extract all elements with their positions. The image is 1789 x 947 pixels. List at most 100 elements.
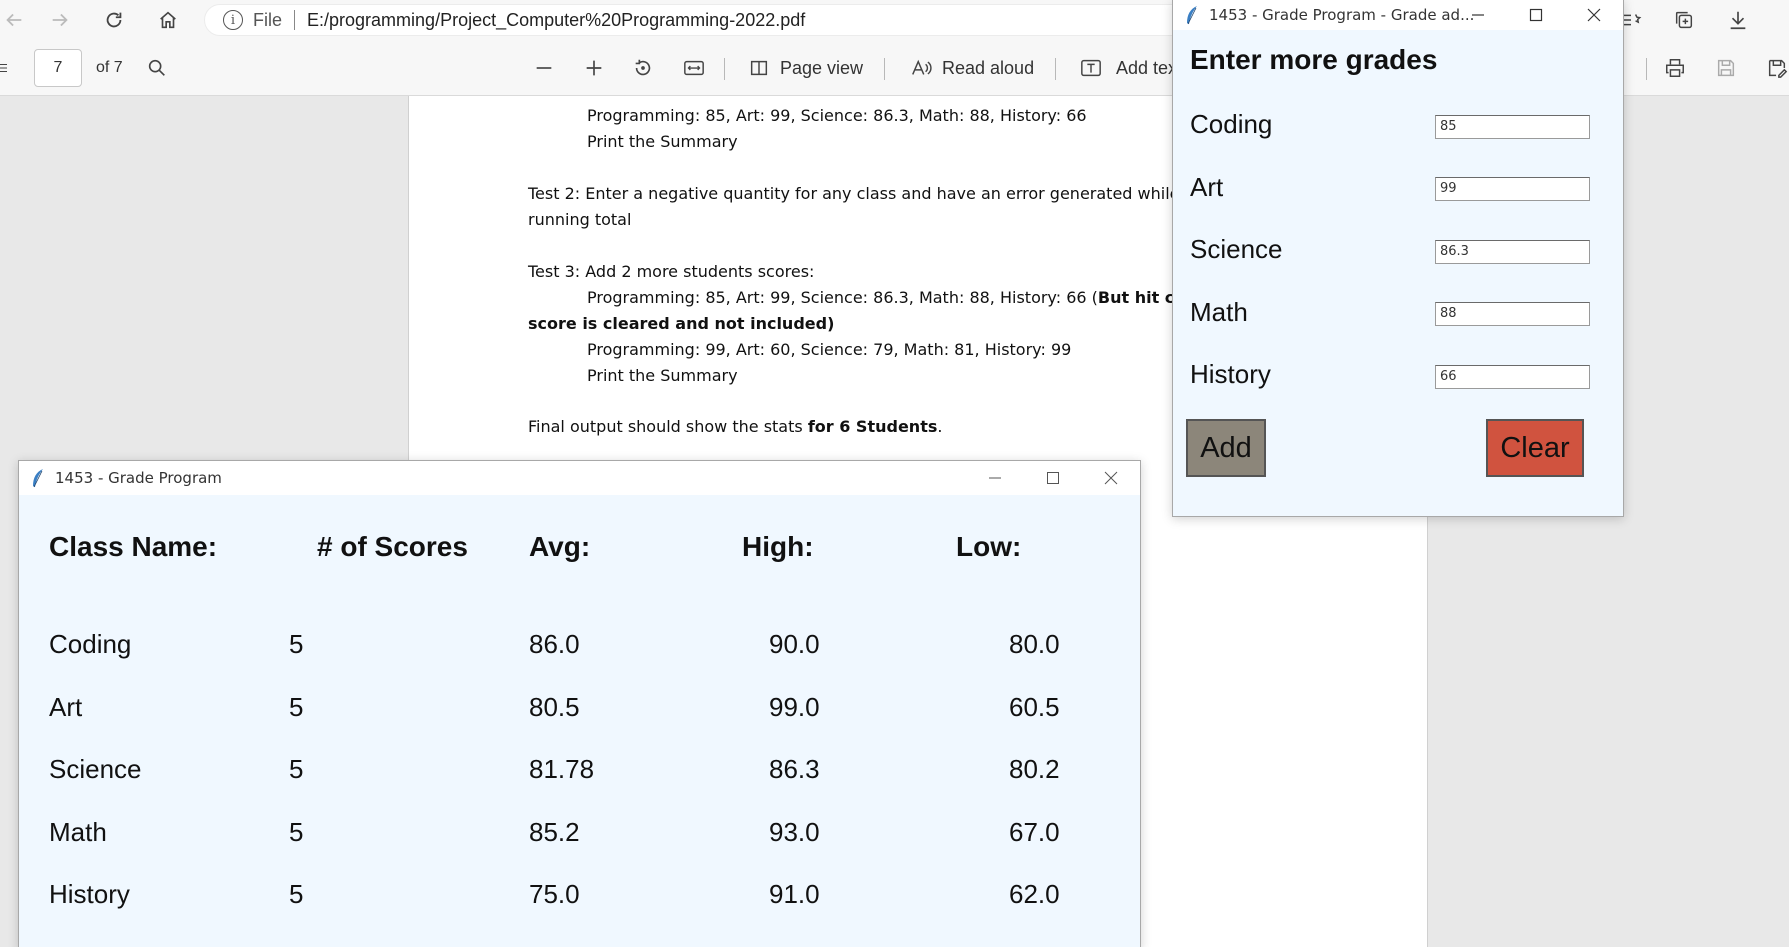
home-icon [160, 11, 176, 29]
back-button[interactable] [0, 6, 28, 34]
toolbar-divider [1055, 58, 1056, 80]
low-cell: 62.0 [1009, 879, 1060, 909]
rotate-icon [635, 59, 651, 76]
class-name-cell: Coding [49, 629, 132, 659]
header-class-name: Class Name: [49, 531, 218, 562]
coding-label: Coding [1190, 109, 1273, 139]
download-icon [1730, 11, 1746, 30]
page-number-input[interactable]: 7 [34, 49, 82, 87]
close-icon [1587, 8, 1601, 22]
page-view-icon [750, 60, 768, 76]
search-icon [148, 59, 165, 76]
pdf-text-line: Programming: 99, Art: 60, Science: 79, M… [587, 340, 1072, 359]
print-icon [1666, 59, 1684, 77]
average-cell: 81.78 [529, 754, 595, 784]
pdf-text-line: running total [528, 210, 632, 229]
class-name-cell: Science [49, 754, 142, 784]
class-name-cell: History [49, 879, 130, 909]
find-button[interactable] [146, 40, 168, 96]
score-count-cell: 5 [289, 754, 304, 784]
low-cell: 80.0 [1009, 629, 1060, 659]
header-average: Avg: [529, 531, 591, 562]
zoom-out-button[interactable] [533, 40, 555, 96]
close-icon [1104, 471, 1118, 485]
read-aloud-icon [912, 59, 932, 75]
average-cell: 75.0 [529, 879, 580, 909]
low-cell: 67.0 [1009, 817, 1060, 847]
arrow-right-icon [52, 13, 68, 27]
pdf-text-span: Final output should show the stats [528, 417, 808, 436]
high-cell: 99.0 [769, 692, 820, 722]
maximize-icon [1529, 8, 1543, 22]
header-score-count: # of Scores [317, 531, 468, 562]
minimize-button[interactable] [1449, 0, 1507, 30]
plus-icon [586, 60, 602, 76]
arrow-left-icon [6, 13, 22, 27]
pdf-text-line: score is cleared and not included) [528, 314, 835, 333]
info-icon[interactable]: i [223, 10, 243, 30]
save-as-button[interactable] [1766, 40, 1788, 96]
maximize-button[interactable] [1507, 0, 1565, 30]
page-view-button[interactable]: Page view [748, 40, 863, 96]
pdf-text-line: Print the Summary [587, 132, 738, 151]
save-button[interactable] [1715, 40, 1737, 96]
grade-entry-title: 1453 - Grade Program - Grade ad... [1209, 6, 1475, 24]
downloads-button[interactable] [1724, 6, 1752, 34]
math-input[interactable]: 88 [1435, 302, 1590, 326]
rotate-button[interactable] [632, 40, 654, 96]
collections-icon [1675, 11, 1693, 29]
minus-icon [536, 67, 552, 69]
toolbar-divider [724, 58, 725, 80]
forward-button[interactable] [46, 6, 74, 34]
refresh-button[interactable] [100, 6, 128, 34]
header-high: High: [742, 531, 814, 562]
home-button[interactable] [154, 6, 182, 34]
url-text: E:/programming/Project_Computer%20Progra… [307, 9, 806, 30]
add-button[interactable]: Add [1186, 419, 1266, 477]
feather-icon [1187, 6, 1197, 25]
score-count-cell: 5 [289, 629, 304, 659]
high-cell: 90.0 [769, 629, 820, 659]
class-name-cell: Math [49, 817, 107, 847]
print-button[interactable] [1664, 40, 1686, 96]
close-button[interactable] [1082, 461, 1140, 495]
add-text-label: Add tex [1116, 57, 1178, 78]
pdf-text-line: Programming: 85, Art: 99, Science: 86.3,… [587, 106, 1087, 125]
add-text-button[interactable]: Add tex [1080, 40, 1177, 96]
average-cell: 86.0 [529, 629, 580, 659]
low-cell: 60.5 [1009, 692, 1060, 722]
refresh-icon [106, 12, 122, 28]
high-cell: 86.3 [769, 754, 820, 784]
fit-width-icon [684, 60, 704, 76]
zoom-in-button[interactable] [583, 40, 605, 96]
high-cell: 93.0 [769, 817, 820, 847]
score-count-cell: 5 [289, 692, 304, 722]
collections-button[interactable] [1670, 6, 1698, 34]
class-name-cell: Art [49, 692, 83, 722]
score-count-cell: 5 [289, 817, 304, 847]
minimize-button[interactable] [966, 461, 1024, 495]
art-input[interactable]: 99 [1435, 177, 1590, 201]
url-bar[interactable]: i File E:/programming/Project_Computer%2… [204, 4, 1204, 36]
history-input[interactable]: 66 [1435, 365, 1590, 389]
grade-entry-window: 1453 - Grade Program - Grade ad... Enter… [1172, 0, 1624, 517]
read-aloud-button[interactable]: Read aloud [910, 40, 1034, 96]
science-input[interactable]: 86.3 [1435, 240, 1590, 264]
minimize-icon [1472, 14, 1484, 16]
add-text-icon [1081, 59, 1101, 77]
clear-button[interactable]: Clear [1486, 419, 1584, 477]
summary-window-titlebar[interactable]: 1453 - Grade Program [19, 461, 1140, 495]
pdf-text-line: Print the Summary [587, 366, 738, 385]
coding-input[interactable]: 85 [1435, 115, 1590, 139]
close-button[interactable] [1565, 0, 1623, 30]
high-cell: 91.0 [769, 879, 820, 909]
fit-width-button[interactable] [683, 40, 705, 96]
pdf-bold-span: for 6 Students [807, 417, 938, 436]
contents-button[interactable] [0, 40, 14, 96]
maximize-button[interactable] [1024, 461, 1082, 495]
history-label: History [1190, 359, 1271, 389]
pdf-text-span: Programming: 85, Art: 99, Science: 86.3,… [587, 288, 1098, 307]
entry-heading: Enter more grades [1190, 44, 1438, 75]
grade-entry-titlebar[interactable]: 1453 - Grade Program - Grade ad... [1173, 0, 1623, 30]
average-cell: 85.2 [529, 817, 580, 847]
